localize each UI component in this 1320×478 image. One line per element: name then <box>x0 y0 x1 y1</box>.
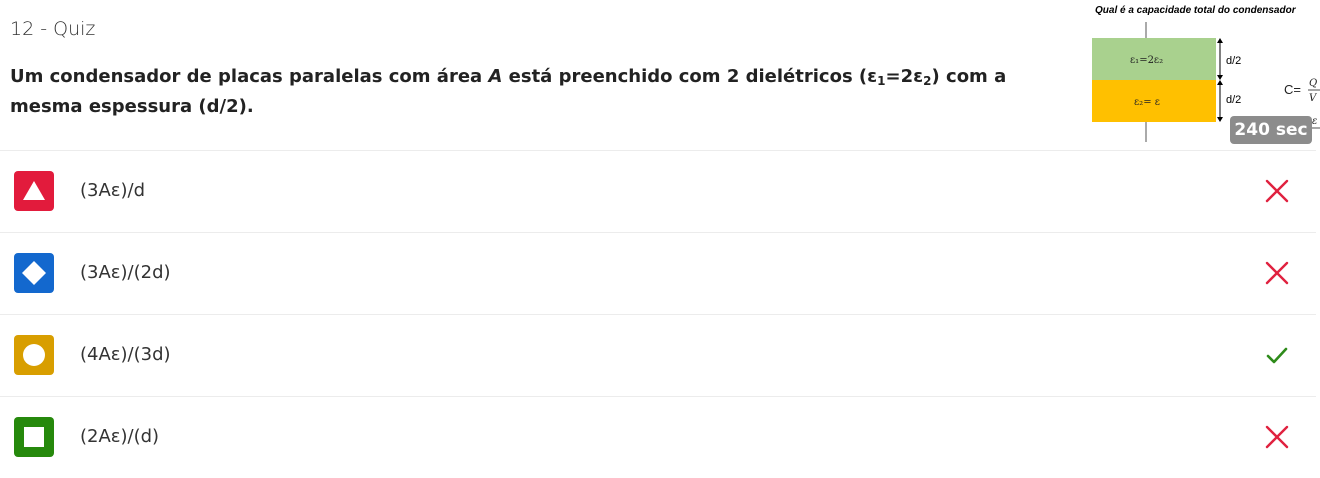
figure-title: Qual é a capacidade total do condensador <box>1095 5 1296 16</box>
correct-check-icon <box>1265 343 1289 367</box>
question-text: Um condensador de placas paralelas com á… <box>10 66 1007 117</box>
answer-option[interactable]: (2Aε)/(d) <box>0 396 1316 478</box>
svg-text:V: V <box>1309 93 1318 104</box>
timer-badge: 240 sec <box>1230 116 1312 144</box>
circle-icon <box>14 335 54 375</box>
quiz-number-label: 12 - Quiz <box>10 18 96 40</box>
incorrect-icon <box>1265 261 1289 285</box>
answer-options: (3Aε)/d (3Aε)/(2d) (4Aε)/(3d) (2Aε)/(d) <box>0 150 1316 478</box>
incorrect-icon <box>1265 425 1289 449</box>
question-header: 12 - Quiz Um condensador de placas paral… <box>0 0 1320 150</box>
top-dielectric-label: ε₁=2ε₂ <box>1130 55 1163 66</box>
diamond-icon <box>14 253 54 293</box>
svg-text:ε: ε <box>1312 116 1317 127</box>
square-icon <box>14 417 54 457</box>
answer-option[interactable]: (3Aε)/(2d) <box>0 232 1316 314</box>
option-text: (3Aε)/(2d) <box>80 262 171 283</box>
bottom-dimension-label: d/2 <box>1226 94 1241 106</box>
bottom-dielectric-label: ε₂= ε <box>1134 97 1160 108</box>
option-text: (4Aε)/(3d) <box>80 344 171 365</box>
svg-text:Q: Q <box>1309 78 1317 89</box>
triangle-icon <box>14 171 54 211</box>
top-dimension-label: d/2 <box>1226 55 1241 67</box>
answer-option[interactable]: (3Aε)/d <box>0 150 1316 232</box>
option-text: (2Aε)/(d) <box>80 426 160 447</box>
answer-option[interactable]: (4Aε)/(3d) <box>0 314 1316 396</box>
formula-label: C= <box>1284 82 1301 97</box>
incorrect-icon <box>1265 179 1289 203</box>
option-text: (3Aε)/d <box>80 180 146 201</box>
